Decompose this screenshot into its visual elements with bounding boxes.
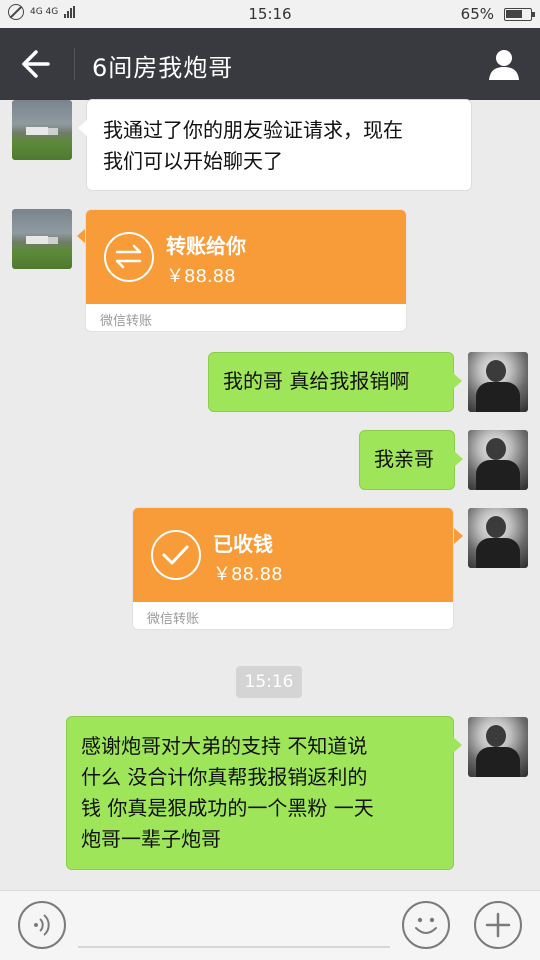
message-line: 我通过了你的朋友验证请求，现在	[103, 118, 403, 142]
message-line: 钱 你真是狠成功的一个黑粉 一天	[81, 796, 374, 820]
message-bubble[interactable]: 我亲哥	[359, 430, 463, 490]
checkmark-circle-icon	[151, 530, 201, 580]
my-avatar[interactable]	[468, 430, 528, 490]
transfer-arrows-icon	[104, 232, 154, 282]
chat-area[interactable]: 我通过了你的朋友验证请求，现在 我们可以开始聊天了 转账给你 ￥88.88 微信…	[0, 99, 540, 890]
chat-title: 6间房我炮哥	[92, 54, 234, 82]
message-line: 感谢炮哥对大弟的支持 不知道说	[81, 734, 368, 758]
transfer-card[interactable]: 已收钱 ￥88.88 微信转账	[132, 507, 454, 630]
person-icon	[489, 50, 519, 80]
transfer-card[interactable]: 转账给你 ￥88.88 微信转账	[85, 209, 407, 332]
nav-bar: 6间房我炮哥	[0, 28, 540, 100]
message-timestamp: 15:16	[236, 666, 302, 698]
transfer-footer: 微信转账	[100, 314, 153, 329]
voice-button[interactable]	[18, 901, 66, 949]
message-bubble[interactable]: 感谢炮哥对大弟的支持 不知道说 什么 没合计你真帮我报销返利的 钱 你真是狠成功…	[66, 716, 462, 870]
friend-avatar[interactable]	[12, 100, 72, 160]
transfer-amount: ￥88.88	[213, 564, 283, 585]
message-bubble[interactable]: 我通过了你的朋友验证请求，现在 我们可以开始聊天了	[78, 99, 472, 191]
nav-divider	[74, 48, 75, 80]
back-button[interactable]	[14, 46, 58, 82]
my-avatar[interactable]	[468, 717, 528, 777]
bubble-tail	[454, 528, 463, 544]
input-bar	[0, 890, 540, 960]
battery-icon	[504, 8, 535, 21]
transfer-amount: ￥88.88	[166, 266, 236, 287]
friend-avatar[interactable]	[12, 209, 72, 269]
smiley-icon	[415, 917, 437, 934]
message-line: 我们可以开始聊天了	[103, 149, 283, 173]
message-bubble[interactable]: 我的哥 真给我报销啊	[208, 352, 462, 412]
transfer-title: 已收钱	[213, 532, 273, 556]
my-avatar[interactable]	[468, 508, 528, 568]
emoji-button[interactable]	[402, 901, 450, 949]
message-line: 我的哥 真给我报销啊	[223, 369, 410, 393]
message-line: 炮哥一辈子炮哥	[81, 827, 221, 851]
message-line: 我亲哥	[374, 447, 434, 471]
status-time: 15:16	[248, 5, 292, 23]
message-line: 什么 没合计你真帮我报销返利的	[81, 765, 368, 789]
status-bar: 4G 4G 15:16 65%	[0, 0, 540, 28]
battery-percent: 65%	[460, 5, 494, 23]
transfer-footer: 微信转账	[147, 612, 200, 627]
back-arrow-icon	[22, 50, 50, 78]
my-avatar[interactable]	[468, 352, 528, 412]
chat-info-button[interactable]	[486, 46, 522, 82]
transfer-title: 转账给你	[166, 234, 246, 258]
voice-icon	[34, 914, 50, 936]
more-button[interactable]	[474, 901, 522, 949]
message-input[interactable]	[78, 946, 390, 948]
plus-icon	[485, 912, 511, 938]
